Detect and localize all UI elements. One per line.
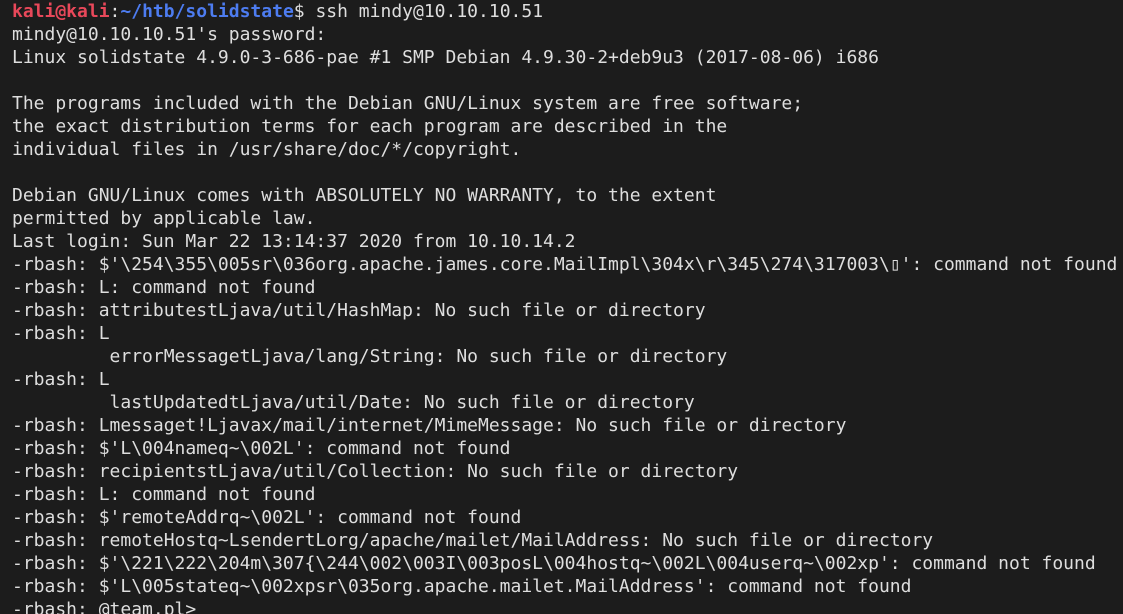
output-line: errorMessagetLjava/lang/String: No such … <box>12 346 728 367</box>
prompt-separator: : <box>109 1 121 22</box>
prompt-symbol: $ <box>293 1 305 22</box>
output-line: the exact distribution terms for each pr… <box>12 116 728 137</box>
output-line: -rbash: remoteHostq~LsendertLorg/apache/… <box>12 530 934 551</box>
output-line: Last login: Sun Mar 22 13:14:37 2020 fro… <box>12 231 576 252</box>
output-line: Linux solidstate 4.9.0-3-686-pae #1 SMP … <box>12 47 879 68</box>
output-line: mindy@10.10.10.51's password: <box>12 24 327 45</box>
terminal-window[interactable]: kali@kali:~/htb/solidstate$ ssh mindy@10… <box>0 0 1123 614</box>
output-line: individual files in /usr/share/doc/*/cop… <box>12 139 522 160</box>
output-line: -rbash: $'\254\355\005sr\036org.apache.j… <box>12 254 1118 275</box>
prompt-line: kali@kali:~/htb/solidstate$ ssh mindy@10… <box>12 0 1123 23</box>
output-line: -rbash: L: command not found <box>12 277 316 298</box>
output-line: lastUpdatedtLjava/util/Date: No such fil… <box>12 392 695 413</box>
output-line: -rbash: recipientstLjava/util/Collection… <box>12 461 739 482</box>
output-line: Debian GNU/Linux comes with ABSOLUTELY N… <box>12 185 717 206</box>
output-line: -rbash: L <box>12 369 110 390</box>
prompt-user-host: kali@kali <box>12 1 110 22</box>
output-line: -rbash: $'L\005stateq~\002xpsr\035org.ap… <box>12 576 912 597</box>
output-line: -rbash: Lmessaget!Ljavax/mail/internet/M… <box>12 415 847 436</box>
output-line: -rbash: attributestLjava/util/HashMap: N… <box>12 300 706 321</box>
prompt-command: ssh mindy@10.10.10.51 <box>304 1 544 22</box>
output-line: The programs included with the Debian GN… <box>12 93 804 114</box>
output-line: permitted by applicable law. <box>12 208 316 229</box>
prompt-path: ~/htb/solidstate <box>120 1 294 22</box>
output-line: -rbash: L: command not found <box>12 484 316 505</box>
output-line: -rbash: @team.pl> <box>12 599 197 614</box>
output-line: -rbash: L <box>12 323 110 344</box>
output-line: -rbash: $'remoteAddrq~\002L': command no… <box>12 507 522 528</box>
output-line: -rbash: $'\221\222\204m\307{\244\002\003… <box>12 553 1096 574</box>
output-line: -rbash: $'L\004nameq~\002L': command not… <box>12 438 511 459</box>
